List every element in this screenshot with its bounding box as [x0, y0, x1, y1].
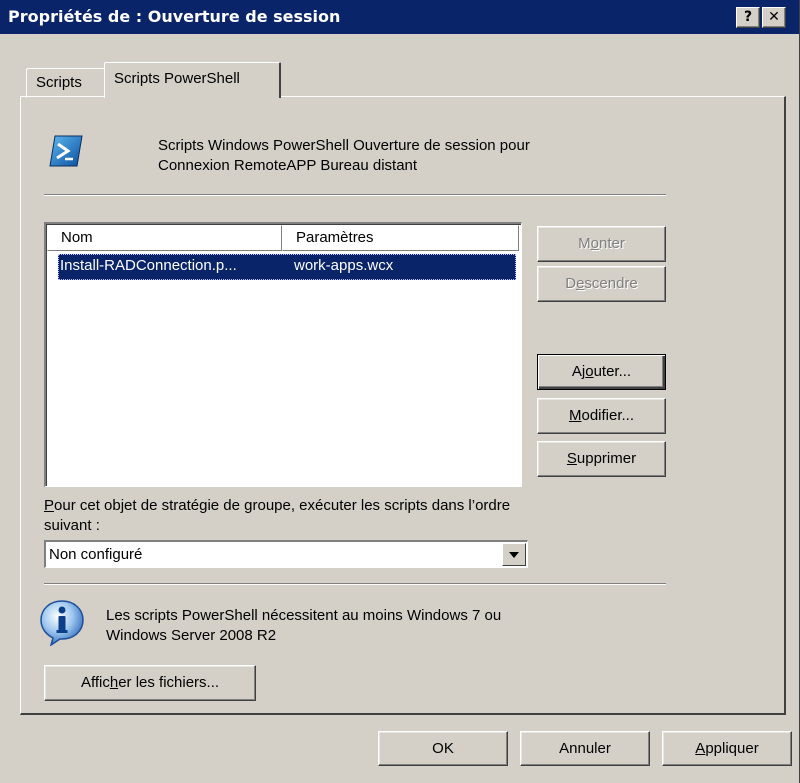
show-files-label-a: Affic [80, 674, 110, 691]
tab-scripts[interactable]: Scripts [26, 68, 106, 98]
apply-accel: A [695, 740, 706, 757]
help-button[interactable]: ? [736, 7, 760, 28]
order-label-line-2: suivant : [44, 517, 100, 534]
edit-button[interactable]: Modifier... [537, 398, 666, 434]
scripts-list[interactable]: Nom Paramètres Install-RADConnection.p..… [44, 222, 522, 487]
move-up-label-b: nter [598, 235, 625, 252]
edit-accel: M [568, 407, 582, 424]
info-line-1: Les scripts PowerShell nécessitent au mo… [106, 607, 502, 624]
separator [44, 583, 666, 585]
show-files-button[interactable]: Afficher les fichiers... [44, 665, 256, 701]
show-files-label-b: er les fichiers... [118, 674, 220, 691]
header-line-1: Scripts Windows PowerShell Ouverture de … [158, 137, 530, 154]
row-params-cell: work-apps.wcx [294, 257, 394, 274]
apply-button[interactable]: Appliquer [662, 731, 792, 766]
table-row[interactable]: Install-RADConnection.p... work-apps.wcx [58, 254, 516, 280]
cancel-button[interactable]: Annuler [520, 731, 650, 766]
window-title: Propriétés de : Ouverture de session [8, 7, 341, 26]
order-label-accel: P [44, 497, 55, 514]
chevron-down-icon[interactable] [502, 543, 526, 566]
close-button[interactable]: ✕ [762, 7, 786, 28]
add-button[interactable]: Ajouter... [537, 354, 666, 390]
add-label-a: Aj [571, 363, 586, 380]
order-label-line-1: our cet objet de stratégie de groupe, ex… [54, 497, 511, 514]
header-line-2: Connexion RemoteAPP Bureau distant [158, 157, 418, 174]
column-header-nom[interactable]: Nom [47, 225, 282, 251]
properties-dialog: Propriétés de : Ouverture de session ? ✕… [0, 0, 800, 783]
add-accel: o [585, 363, 594, 380]
remove-label-b: upprimer [576, 450, 637, 467]
move-down-label-a: D [565, 275, 577, 292]
tab-powershell-label: Scripts PowerShell [114, 70, 240, 87]
row-name-cell: Install-RADConnection.p... [60, 257, 237, 274]
powershell-icon [49, 135, 83, 167]
info-message: Les scripts PowerShell nécessitent au mo… [106, 606, 646, 646]
move-up-button[interactable]: Monter [537, 226, 666, 262]
run-order-select[interactable]: Non configuré [44, 540, 528, 568]
ok-button[interactable]: OK [378, 731, 508, 766]
run-order-value: Non configuré [49, 546, 143, 563]
move-up-label-a: M [578, 235, 591, 252]
info-icon [40, 600, 84, 646]
order-label: Pour cet objet de stratégie de groupe, e… [44, 496, 664, 536]
info-line-2: Windows Server 2008 R2 [106, 627, 277, 644]
show-files-accel: h [109, 674, 119, 691]
edit-label-b: odifier... [581, 407, 635, 424]
move-up-accel: o [590, 235, 599, 252]
move-down-button[interactable]: Descendre [537, 266, 666, 302]
tab-powershell-scripts[interactable]: Scripts PowerShell [104, 62, 281, 98]
apply-label: ppliquer [705, 740, 759, 757]
move-down-label-b: scendre [584, 275, 638, 292]
column-header-parametres[interactable]: Paramètres [282, 225, 519, 251]
remove-accel: S [566, 450, 577, 467]
remove-button[interactable]: Supprimer [537, 441, 666, 477]
header-description: Scripts Windows PowerShell Ouverture de … [158, 136, 658, 176]
title-bar[interactable]: Propriétés de : Ouverture de session ? ✕ [0, 0, 799, 36]
tab-scripts-label: Scripts [36, 74, 82, 91]
separator [44, 194, 666, 196]
add-label-b: uter... [593, 363, 632, 380]
